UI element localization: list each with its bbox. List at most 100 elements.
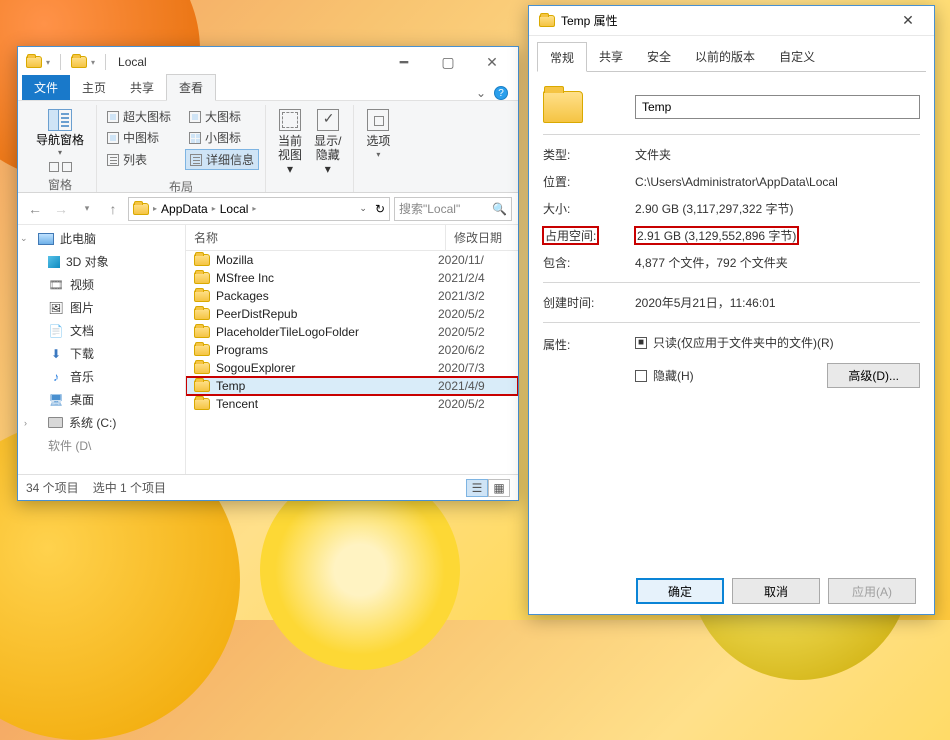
layout-extra-large[interactable]: 超大图标 <box>103 107 175 126</box>
forward-button[interactable]: → <box>50 198 72 220</box>
file-row[interactable]: Tencent2020/5/2 <box>186 395 518 413</box>
layout-medium[interactable]: 中图标 <box>103 128 175 147</box>
options-button[interactable]: 选项▾ <box>360 107 396 164</box>
sidebar-item-downloads[interactable]: ⬇下载 <box>18 342 185 365</box>
breadcrumb-part[interactable]: AppData <box>161 202 208 216</box>
breadcrumb[interactable]: ▸ AppData ▸ Local ▸ ⌄ ↻ <box>128 197 390 221</box>
sidebar-item-drive-c[interactable]: ›系统 (C:) <box>18 411 185 434</box>
sidebar-item-drive-d[interactable]: 软件 (D\ <box>18 434 185 457</box>
view-icons-toggle[interactable]: ▦ <box>488 479 510 497</box>
tab-file[interactable]: 文件 <box>22 75 70 100</box>
search-placeholder: 搜索"Local" <box>399 200 460 217</box>
preview-pane-icon[interactable] <box>49 162 59 172</box>
file-date: 2021/3/2 <box>438 289 510 303</box>
nav-pane-icon <box>48 109 72 131</box>
tab-customize[interactable]: 自定义 <box>767 42 827 71</box>
tab-security[interactable]: 安全 <box>635 42 683 71</box>
file-name: Packages <box>216 289 432 303</box>
checkbox-readonly[interactable]: ■只读(仅应用于文件夹中的文件)(R) <box>635 334 920 351</box>
layout-small[interactable]: 小图标 <box>185 128 259 147</box>
file-name: Tencent <box>216 397 432 411</box>
checkbox-hidden[interactable]: 隐藏(H) <box>635 367 694 384</box>
file-list-header: 名称 修改日期 <box>186 225 518 251</box>
value-size: 2.90 GB (3,117,297,322 字节) <box>635 200 920 217</box>
value-location: C:\Users\Administrator\AppData\Local <box>635 175 920 189</box>
address-bar-row: ← → ▾ ↑ ▸ AppData ▸ Local ▸ ⌄ ↻ 搜索"Local… <box>18 193 518 225</box>
file-name: Mozilla <box>216 253 432 267</box>
file-date: 2020/7/3 <box>438 361 510 375</box>
details-pane-icon[interactable] <box>62 162 72 172</box>
folder-icon <box>194 362 210 374</box>
file-row[interactable]: Temp2021/4/9 <box>186 377 518 395</box>
file-row[interactable]: PeerDistRepub2020/5/2 <box>186 305 518 323</box>
sidebar-item-pictures[interactable]: 🖼图片 <box>18 296 185 319</box>
recent-locations-button[interactable]: ▾ <box>76 198 98 220</box>
tab-general[interactable]: 常规 <box>537 42 587 72</box>
file-row[interactable]: PlaceholderTileLogoFolder2020/5/2 <box>186 323 518 341</box>
breadcrumb-part[interactable]: Local <box>220 202 249 216</box>
file-row[interactable]: Mozilla2020/11/ <box>186 251 518 269</box>
tab-view[interactable]: 查看 <box>166 74 216 101</box>
close-button[interactable]: ✕ <box>470 48 514 76</box>
back-button[interactable]: ← <box>24 198 46 220</box>
status-selection: 选中 1 个项目 <box>93 479 166 496</box>
apply-button[interactable]: 应用(A) <box>828 578 916 604</box>
file-name: Programs <box>216 343 432 357</box>
nav-pane-button[interactable]: 导航窗格 ▾ <box>30 107 90 159</box>
maximize-button[interactable]: ▢ <box>426 48 470 76</box>
view-details-toggle[interactable]: ☰ <box>466 479 488 497</box>
close-button[interactable]: ✕ <box>886 12 930 29</box>
current-view-button[interactable]: 当前视图 ▾ <box>272 107 308 178</box>
sidebar-item-documents[interactable]: 📄文档 <box>18 319 185 342</box>
explorer-titlebar[interactable]: ▾ ▾ Local ━ ▢ ✕ <box>18 47 518 77</box>
folder-icon <box>194 398 210 410</box>
history-caret-icon[interactable]: ⌄ <box>359 203 367 214</box>
value-type: 文件夹 <box>635 146 920 163</box>
qat-caret-icon[interactable]: ▾ <box>46 58 50 67</box>
file-date: 2021/2/4 <box>438 271 510 285</box>
show-hide-icon <box>317 109 339 131</box>
file-row[interactable]: Programs2020/6/2 <box>186 341 518 359</box>
tab-share[interactable]: 共享 <box>118 75 166 100</box>
up-button[interactable]: ↑ <box>102 198 124 220</box>
cancel-button[interactable]: 取消 <box>732 578 820 604</box>
sidebar-item-3d[interactable]: 3D 对象 <box>18 250 185 273</box>
status-bar: 34 个项目 选中 1 个项目 ☰ ▦ <box>18 474 518 500</box>
folder-icon <box>194 380 210 392</box>
sidebar-item-music[interactable]: ♪音乐 <box>18 365 185 388</box>
layout-large[interactable]: 大图标 <box>185 107 259 126</box>
tab-share[interactable]: 共享 <box>587 42 635 71</box>
name-input[interactable] <box>635 95 920 119</box>
documents-icon: 📄 <box>48 324 64 338</box>
minimize-button[interactable]: ━ <box>382 48 426 76</box>
help-icon[interactable]: ? <box>494 86 508 100</box>
layout-details[interactable]: 详细信息 <box>185 149 259 170</box>
show-hide-button[interactable]: 显示/隐藏 ▾ <box>308 107 347 178</box>
file-row[interactable]: MSfree Inc2021/2/4 <box>186 269 518 287</box>
sidebar-item-pc[interactable]: ⌄此电脑 <box>18 227 185 250</box>
sidebar-item-video[interactable]: 🎞视频 <box>18 273 185 296</box>
search-input[interactable]: 搜索"Local" 🔍 <box>394 197 512 221</box>
file-date: 2021/4/9 <box>438 379 510 393</box>
tab-home[interactable]: 主页 <box>70 75 118 100</box>
file-date: 2020/5/2 <box>438 325 510 339</box>
qat-overflow-icon[interactable]: ▾ <box>91 58 95 67</box>
ok-button[interactable]: 确定 <box>636 578 724 604</box>
advanced-button[interactable]: 高级(D)... <box>827 363 920 388</box>
column-header-date[interactable]: 修改日期 <box>446 225 518 250</box>
tab-previous-versions[interactable]: 以前的版本 <box>683 42 767 71</box>
properties-dialog: Temp 属性 ✕ 常规 共享 安全 以前的版本 自定义 类型:文件夹 位置:C… <box>528 5 935 615</box>
layout-list[interactable]: 列表 <box>103 149 175 170</box>
folder-icon <box>194 290 210 302</box>
file-list: Mozilla2020/11/MSfree Inc2021/2/4Package… <box>186 251 518 474</box>
file-row[interactable]: SogouExplorer2020/7/3 <box>186 359 518 377</box>
refresh-icon[interactable]: ↻ <box>375 202 385 216</box>
folder-icon <box>194 344 210 356</box>
file-row[interactable]: Packages 2021/3/2 <box>186 287 518 305</box>
sidebar-item-desktop[interactable]: 🖥桌面 <box>18 388 185 411</box>
collapse-ribbon-icon[interactable]: ⌄ <box>476 86 486 100</box>
ribbon: 导航窗格 ▾ 窗格 超大图标 大图标 中图标 小图标 列表 详细信息 布局 <box>18 101 518 193</box>
current-view-icon <box>279 109 301 131</box>
column-header-name[interactable]: 名称 <box>186 225 446 250</box>
label-attributes: 属性: <box>543 334 635 353</box>
